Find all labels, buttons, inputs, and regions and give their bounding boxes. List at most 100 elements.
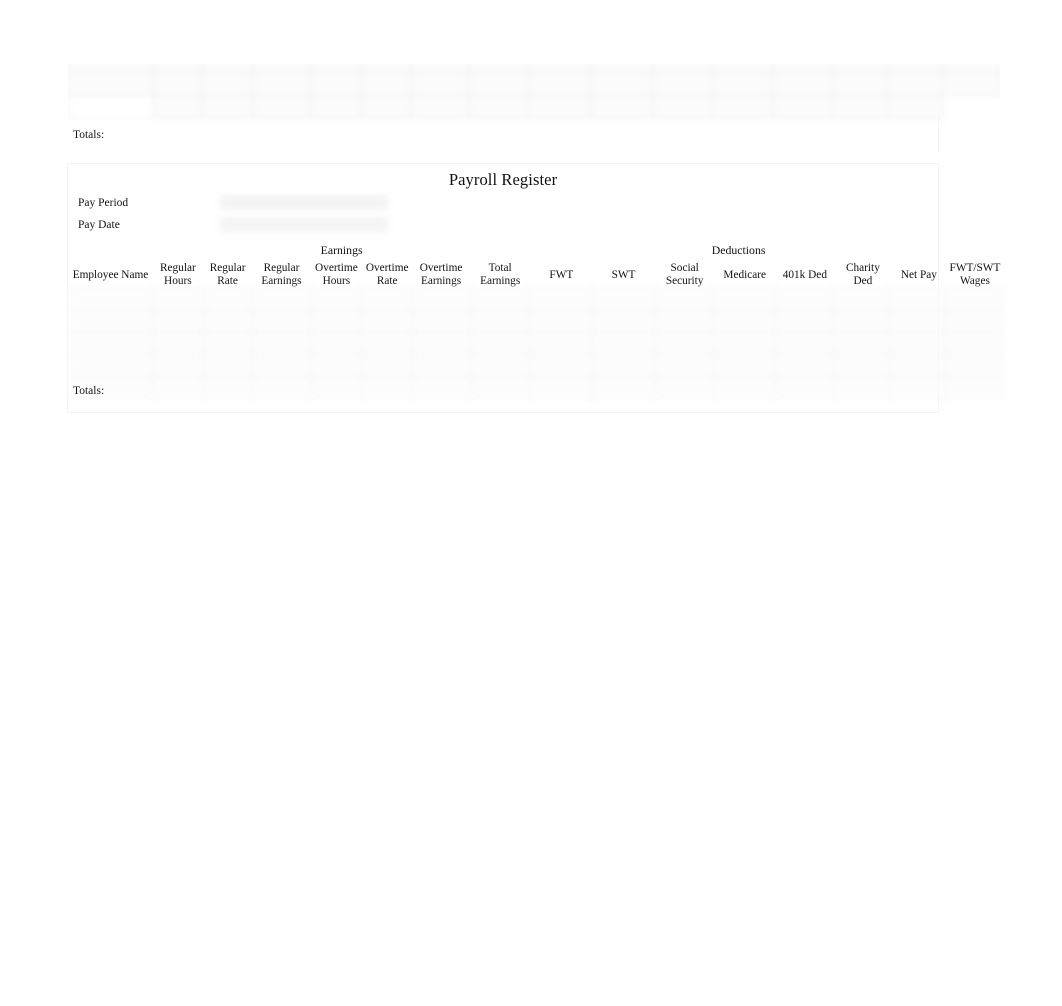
totals-cell — [774, 376, 836, 399]
cell-401k-ded[interactable] — [774, 310, 836, 333]
col-header-overtime-hours: Overtime Hours — [310, 259, 362, 291]
upper-register-grid-wrap — [68, 64, 1000, 119]
group-header-spacer — [68, 240, 153, 259]
totals-cell — [469, 376, 531, 399]
group-header-deductions: Deductions — [711, 243, 766, 258]
cell-fwt[interactable] — [529, 310, 593, 333]
col-header-line1: Overtime — [419, 262, 463, 275]
totals-cell — [945, 376, 1004, 399]
cell-overtime-earnings[interactable] — [411, 288, 471, 311]
cell-employee-name[interactable] — [68, 332, 154, 355]
cell-net-pay[interactable] — [890, 332, 947, 355]
cell-regular-rate[interactable] — [202, 354, 254, 377]
cell-overtime-hours[interactable] — [310, 354, 364, 377]
cell-overtime-hours[interactable] — [310, 310, 364, 333]
cell-medicare[interactable] — [714, 332, 776, 355]
cell-net-pay[interactable] — [890, 310, 947, 333]
cell-net-pay[interactable] — [890, 288, 947, 311]
totals-cell — [252, 376, 312, 399]
col-header-line1: FWT — [549, 268, 574, 281]
cell-overtime-earnings[interactable] — [411, 310, 471, 333]
pay-date-label: Pay Date — [78, 219, 120, 231]
cell-regular-rate[interactable] — [202, 288, 254, 311]
col-header-line2: Ded — [853, 275, 873, 287]
cell-charity-ded[interactable] — [834, 332, 892, 355]
col-header-regular-hours: Regular Hours — [153, 259, 203, 291]
cell-medicare[interactable] — [714, 288, 776, 311]
col-header-social-security: Social Security — [655, 259, 715, 291]
cell-overtime-rate[interactable] — [362, 354, 413, 377]
cell-charity-ded[interactable] — [834, 310, 892, 333]
col-header-line2: Hours — [322, 275, 351, 287]
cell-regular-hours[interactable] — [152, 332, 204, 355]
cell-total-earnings[interactable] — [469, 310, 531, 333]
cell-charity-ded[interactable] — [834, 354, 892, 377]
totals-cell — [714, 376, 776, 399]
cell-fwt[interactable] — [529, 332, 593, 355]
cell-overtime-rate[interactable] — [362, 288, 413, 311]
table-row[interactable] — [68, 288, 1004, 311]
table-row[interactable] — [68, 354, 1004, 377]
totals-row — [68, 376, 1004, 399]
pay-date-input[interactable] — [220, 217, 388, 232]
cell-overtime-earnings[interactable] — [411, 354, 471, 377]
cell-net-pay[interactable] — [890, 354, 947, 377]
cell-regular-rate[interactable] — [202, 332, 254, 355]
cell-social-security[interactable] — [653, 288, 716, 311]
col-header-charity-ded: Charity Ded — [835, 259, 891, 291]
cell-regular-rate[interactable] — [202, 310, 254, 333]
cell-regular-earnings[interactable] — [252, 332, 312, 355]
col-header-employee-name: Employee Name — [68, 259, 153, 291]
col-header-overtime-earnings: Overtime Earnings — [412, 259, 470, 291]
col-header-line2: Rate — [376, 275, 398, 287]
cell-fwt[interactable] — [529, 354, 593, 377]
cell-401k-ded[interactable] — [774, 288, 836, 311]
table-row[interactable] — [68, 310, 1004, 333]
cell-social-security[interactable] — [653, 332, 716, 355]
col-header-overtime-rate: Overtime Rate — [362, 259, 412, 291]
cell-swt[interactable] — [591, 288, 656, 311]
cell-swt[interactable] — [591, 354, 656, 377]
cell-regular-hours[interactable] — [152, 354, 204, 377]
cell-total-earnings[interactable] — [469, 288, 531, 311]
cell-total-earnings[interactable] — [469, 354, 531, 377]
totals-cell — [890, 376, 947, 399]
cell-regular-hours[interactable] — [152, 310, 204, 333]
cell-fwt-swt-wages[interactable] — [945, 288, 1004, 311]
cell-fwt-swt-wages[interactable] — [945, 332, 1004, 355]
cell-regular-earnings[interactable] — [252, 288, 312, 311]
cell-total-earnings[interactable] — [469, 332, 531, 355]
totals-cell — [529, 376, 593, 399]
cell-social-security[interactable] — [653, 310, 716, 333]
cell-medicare[interactable] — [714, 354, 776, 377]
table-row[interactable] — [68, 332, 1004, 355]
cell-overtime-rate[interactable] — [362, 332, 413, 355]
cell-regular-earnings[interactable] — [252, 354, 312, 377]
cell-employee-name[interactable] — [68, 288, 154, 311]
table-header-band: Earnings Deductions Employee Name Regula… — [68, 240, 1003, 291]
pay-period-input[interactable] — [220, 195, 388, 210]
cell-overtime-rate[interactable] — [362, 310, 413, 333]
group-header-earnings: Earnings — [320, 243, 363, 258]
cell-401k-ded[interactable] — [774, 332, 836, 355]
cell-regular-earnings[interactable] — [252, 310, 312, 333]
cell-medicare[interactable] — [714, 310, 776, 333]
cell-401k-ded[interactable] — [774, 354, 836, 377]
cell-charity-ded[interactable] — [834, 288, 892, 311]
col-header-line1: Charity — [845, 262, 880, 275]
payroll-body-grid — [68, 288, 1004, 399]
cell-overtime-hours[interactable] — [310, 332, 364, 355]
payroll-data-table — [68, 288, 1004, 399]
cell-fwt-swt-wages[interactable] — [945, 310, 1004, 333]
cell-employee-name[interactable] — [68, 310, 154, 333]
cell-social-security[interactable] — [653, 354, 716, 377]
cell-fwt-swt-wages[interactable] — [945, 354, 1004, 377]
cell-employee-name[interactable] — [68, 354, 154, 377]
cell-swt[interactable] — [591, 310, 656, 333]
cell-swt[interactable] — [591, 332, 656, 355]
cell-overtime-hours[interactable] — [310, 288, 364, 311]
cell-regular-hours[interactable] — [152, 288, 204, 311]
cell-overtime-earnings[interactable] — [411, 332, 471, 355]
col-header-total-earnings: Total Earnings — [470, 259, 530, 291]
cell-fwt[interactable] — [529, 288, 593, 311]
